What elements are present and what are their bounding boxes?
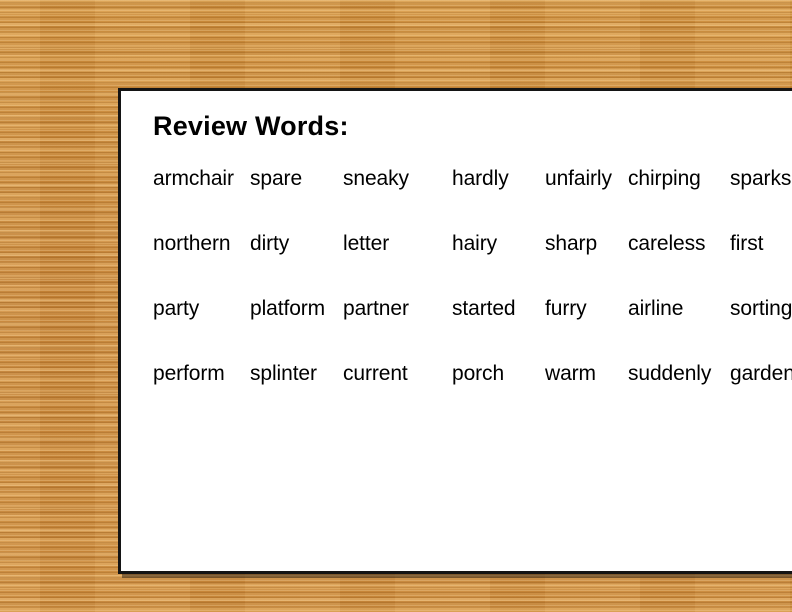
word-item: warm	[545, 362, 596, 385]
word-item: sorting	[730, 297, 792, 320]
word-item: spare	[250, 167, 303, 190]
word-item: hairy	[452, 232, 498, 255]
word-item: first	[730, 232, 764, 255]
word-item: letter	[343, 232, 390, 255]
word-item: perform	[153, 362, 225, 385]
word-item: gardener	[730, 362, 792, 385]
word-row: perform splinter current porch warm sudd…	[153, 362, 792, 427]
word-item: splinter	[250, 362, 317, 385]
word-item: platform	[250, 297, 326, 320]
word-item: sharp	[545, 232, 598, 255]
word-item: sneaky	[343, 167, 409, 190]
word-item: partner	[343, 297, 409, 320]
word-item: careless	[628, 232, 706, 255]
word-row: armchair spare sneaky hardly unfairly ch…	[153, 167, 792, 232]
word-item: armchair	[153, 167, 234, 190]
word-item: hardly	[452, 167, 509, 190]
word-item: airline	[628, 297, 684, 320]
word-item: dirty	[250, 232, 290, 255]
word-item: northern	[153, 232, 231, 255]
word-row: northern dirty letter hairy sharp carele…	[153, 232, 792, 297]
word-item: sparks	[730, 167, 792, 190]
page-title: Review Words:	[153, 111, 349, 141]
word-item: porch	[452, 362, 505, 385]
word-item: party	[153, 297, 200, 320]
review-words-grid: armchair spare sneaky hardly unfairly ch…	[153, 167, 792, 427]
word-row: party platform partner started furry air…	[153, 297, 792, 362]
word-item: unfairly	[545, 167, 612, 190]
word-item: current	[343, 362, 408, 385]
word-item: started	[452, 297, 516, 320]
word-item: chirping	[628, 167, 701, 190]
word-item: furry	[545, 297, 587, 320]
slide-card: Review Words: armchair spare sneaky hard…	[118, 88, 792, 574]
word-item: suddenly	[628, 362, 712, 385]
